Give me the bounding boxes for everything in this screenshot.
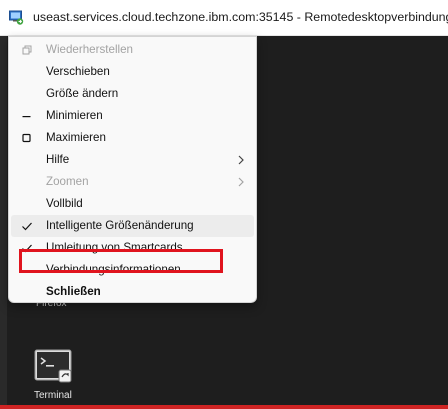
menu-item-maximize[interactable]: Maximieren [11, 127, 254, 149]
maximize-icon [22, 133, 31, 143]
menu-item-close[interactable]: Schließen [11, 281, 254, 303]
menu-item-label: Intelligente Größenänderung [46, 219, 194, 232]
menu-item-fullscreen[interactable]: Vollbild [11, 193, 254, 215]
window-titlebar[interactable]: useast.services.cloud.techzone.ibm.com:3… [0, 0, 448, 36]
menu-item-minimize[interactable]: Minimieren [11, 105, 254, 127]
menu-item-label: Minimieren [46, 109, 103, 122]
minimize-icon [22, 116, 31, 118]
menu-item-resize[interactable]: Größe ändern [11, 83, 254, 105]
menu-item-label: Umleitung von Smartcards [46, 241, 183, 254]
checkmark-icon [22, 244, 32, 253]
menu-item-zoom[interactable]: Zoomen [11, 171, 254, 193]
desktop-edge [0, 36, 7, 409]
menu-item-label: Wiederherstellen [46, 43, 133, 56]
menu-item-label: Vollbild [46, 197, 83, 210]
remote-desktop-icon[interactable] [9, 10, 24, 25]
menu-item-label: Maximieren [46, 131, 106, 144]
menu-item-label: Hilfe [46, 153, 70, 166]
menu-item-label: Verschieben [46, 65, 110, 78]
system-menu: Wiederherstellen Verschieben Größe änder… [8, 36, 257, 303]
desktop-bottom-red-line [0, 405, 448, 409]
restore-icon [22, 45, 32, 55]
desktop-icon-terminal-label[interactable]: Terminal [34, 390, 72, 401]
terminal-icon[interactable] [34, 349, 72, 385]
menu-item-smartcard-redirection[interactable]: Umleitung von Smartcards [11, 237, 254, 259]
menu-item-label: Verbindungsinformationen [46, 263, 181, 276]
menu-item-move[interactable]: Verschieben [11, 61, 254, 83]
menu-item-smart-sizing[interactable]: Intelligente Größenänderung [11, 215, 254, 237]
menu-item-label: Größe ändern [46, 87, 119, 100]
checkmark-icon [22, 222, 32, 231]
menu-item-connection-info[interactable]: Verbindungsinformationen [11, 259, 254, 281]
window-title: useast.services.cloud.techzone.ibm.com:3… [33, 10, 448, 24]
chevron-right-icon [238, 177, 244, 187]
menu-item-label: Schließen [46, 285, 101, 298]
menu-item-label: Zoomen [46, 175, 89, 188]
menu-item-help[interactable]: Hilfe [11, 149, 254, 171]
menu-item-restore[interactable]: Wiederherstellen [11, 39, 254, 61]
chevron-right-icon [238, 155, 244, 165]
